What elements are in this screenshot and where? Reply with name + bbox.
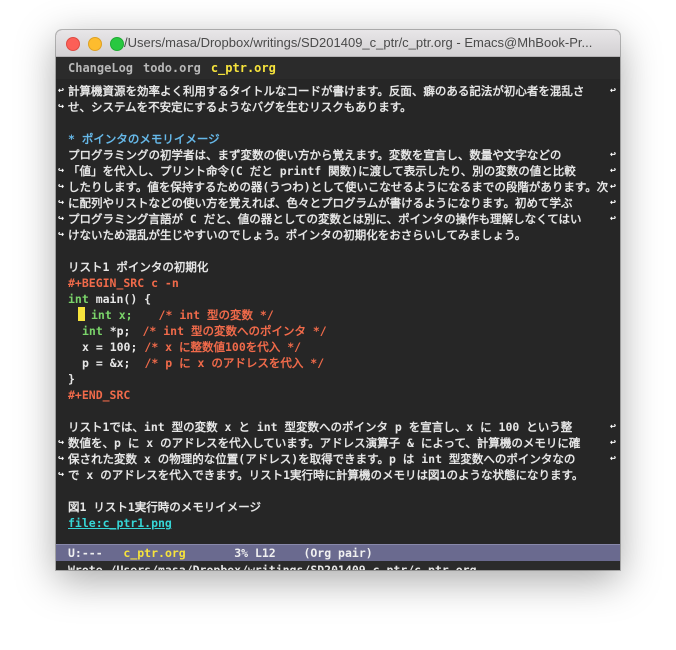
emacs-window: /Users/masa/Dropbox/writings/SD201409_c_… [56, 30, 620, 570]
wrap-arrow-icon: ↪ [58, 453, 65, 464]
wrap-arrow-icon: ↪ [58, 181, 65, 192]
wrap-arrow-icon: ↪ [58, 469, 65, 480]
text-line: で x のアドレスを代入できます。リスト1実行時に計算機のメモリは図1のような状… [68, 468, 584, 482]
code-line-3: int *p; /* int 型の変数へのポインタ */ [68, 323, 608, 339]
wrap-arrow-icon: ↩ [58, 85, 65, 96]
tab-changelog[interactable]: ChangeLog [68, 61, 133, 75]
wrap-arrow-icon: ↩ [610, 453, 617, 464]
wrap-arrow-icon: ↩ [610, 421, 617, 432]
wrap-arrow-icon: ↪ [58, 229, 65, 240]
buffer-name: c_ptr.org [123, 546, 186, 560]
mode-line[interactable]: U:--- c_ptr.org 3% L12 (Org pair) [56, 544, 620, 561]
text-line: に配列やリストなどの使い方を覚えれば、色々とプログラムが書けるようになります。初… [68, 196, 573, 210]
wrap-arrow-icon: ↩ [610, 197, 617, 208]
org-heading: * ポインタのメモリイメージ [68, 132, 220, 146]
wrap-arrow-icon: ↪ [58, 437, 65, 448]
text-line: せ、システムを不安定にするようなバグを生むリスクもあります。 [68, 100, 412, 114]
text-line: プログラミングの初学者は、まず変数の使い方から覚えます。変数を宣言し、数量や文字… [68, 148, 562, 162]
code-text: p = &x; [82, 356, 131, 370]
tab-todo-org[interactable]: todo.org [143, 61, 201, 75]
code-line-1: int main() { [68, 291, 608, 307]
code-line-2: int x; /* int 型の変数 */ [68, 307, 608, 323]
figure-caption: 図1 リスト1実行時のメモリイメージ [68, 500, 262, 514]
tab-c-ptr-org[interactable]: c_ptr.org [211, 61, 276, 75]
wrap-arrow-icon: ↩ [610, 213, 617, 224]
code-text: int x; [91, 308, 133, 322]
text-line: 計算機資源を効率よく利用するタイトルなコードが書けます。反面、癖のある記法が初心… [68, 84, 585, 98]
minimize-button[interactable] [88, 37, 102, 51]
code-line-5: p = &x; /* p に x のアドレスを代入 */ [68, 355, 608, 371]
editor-buffer[interactable]: ↩ ↪ ↪ ↪ ↪ ↪ ↪ ↪ ↪ ↪ ↩ ↩ ↩ ↩ ↩ ↩ ↩ ↩ ↩ 計算… [56, 79, 620, 544]
text-line: けないため混乱が生じやすいのでしょう。ポインタの初期化をおさらいしてみましょう。 [68, 228, 527, 242]
wrap-arrow-icon: ↩ [610, 149, 617, 160]
wrap-arrow-icon: ↩ [610, 437, 617, 448]
window-title: /Users/masa/Dropbox/writings/SD201409_c_… [124, 35, 593, 50]
major-mode: (Org pair) [303, 546, 373, 560]
buffer-status: U:--- [68, 546, 103, 560]
wrap-arrow-icon: ↪ [58, 197, 65, 208]
text-line: 「値」を代入し、プリント命令(C だと printf 関数)に渡して表示したり、… [68, 164, 576, 178]
text-line: プログラミング言語が C だと、値の器としての変数とは別に、ポインタの操作も理解… [68, 212, 582, 226]
code-comment: /* p に x のアドレスを代入 */ [144, 356, 325, 370]
code-comment: /* x に整数値100を代入 */ [144, 340, 302, 354]
text-line: 数値を、p に x のアドレスを代入しています。アドレス演算子 & によって、計… [68, 436, 581, 450]
code-comment: /* int 型の変数 */ [158, 308, 274, 322]
code-text: x = 100; [82, 340, 138, 354]
tab-bar: ChangeLog todo.org c_ptr.org [56, 57, 620, 79]
window-controls [66, 37, 124, 51]
text-line: リスト1では、int 型の変数 x と int 型変数へのポインタ p を宣言し… [68, 420, 573, 434]
wrap-arrow-icon: ↩ [610, 165, 617, 176]
listing-caption: リスト1 ポインタの初期化 [68, 260, 209, 274]
link-line: file:c_ptr1.png [68, 515, 608, 531]
wrap-arrow-icon: ↪ [58, 165, 65, 176]
title-bar: /Users/masa/Dropbox/writings/SD201409_c_… [56, 30, 620, 57]
wrap-arrow-icon: ↪ [58, 101, 65, 112]
zoom-button[interactable] [110, 37, 124, 51]
minibuffer[interactable]: Wrote /Users/masa/Dropbox/writings/SD201… [56, 561, 620, 570]
code-text: main() { [88, 292, 152, 306]
code-line-6: } [68, 372, 75, 386]
buffer-position: 3% L12 [234, 546, 276, 560]
src-begin: #+BEGIN_SRC c -n [68, 276, 179, 290]
wrap-arrow-icon: ↪ [58, 213, 65, 224]
code-comment: /* int 型の変数へのポインタ */ [142, 324, 327, 338]
wrap-arrow-icon: ↩ [610, 181, 617, 192]
text-cursor [78, 307, 85, 321]
code-type: int [82, 324, 103, 338]
close-button[interactable] [66, 37, 80, 51]
code-type: int [68, 292, 89, 306]
file-link[interactable]: file:c_ptr1.png [68, 516, 172, 530]
text-line: 保された変数 x の物理的な位置(アドレス)を取得できます。p は int 型変… [68, 452, 576, 466]
code-text: *p; [102, 324, 131, 338]
code-line-4: x = 100; /* x に整数値100を代入 */ [68, 339, 608, 355]
text-line: したりします。値を保持するための器(うつわ)として使いこなせるようになるまでの段… [68, 180, 608, 194]
src-end: #+END_SRC [68, 388, 131, 402]
wrap-arrow-icon: ↩ [610, 85, 617, 96]
